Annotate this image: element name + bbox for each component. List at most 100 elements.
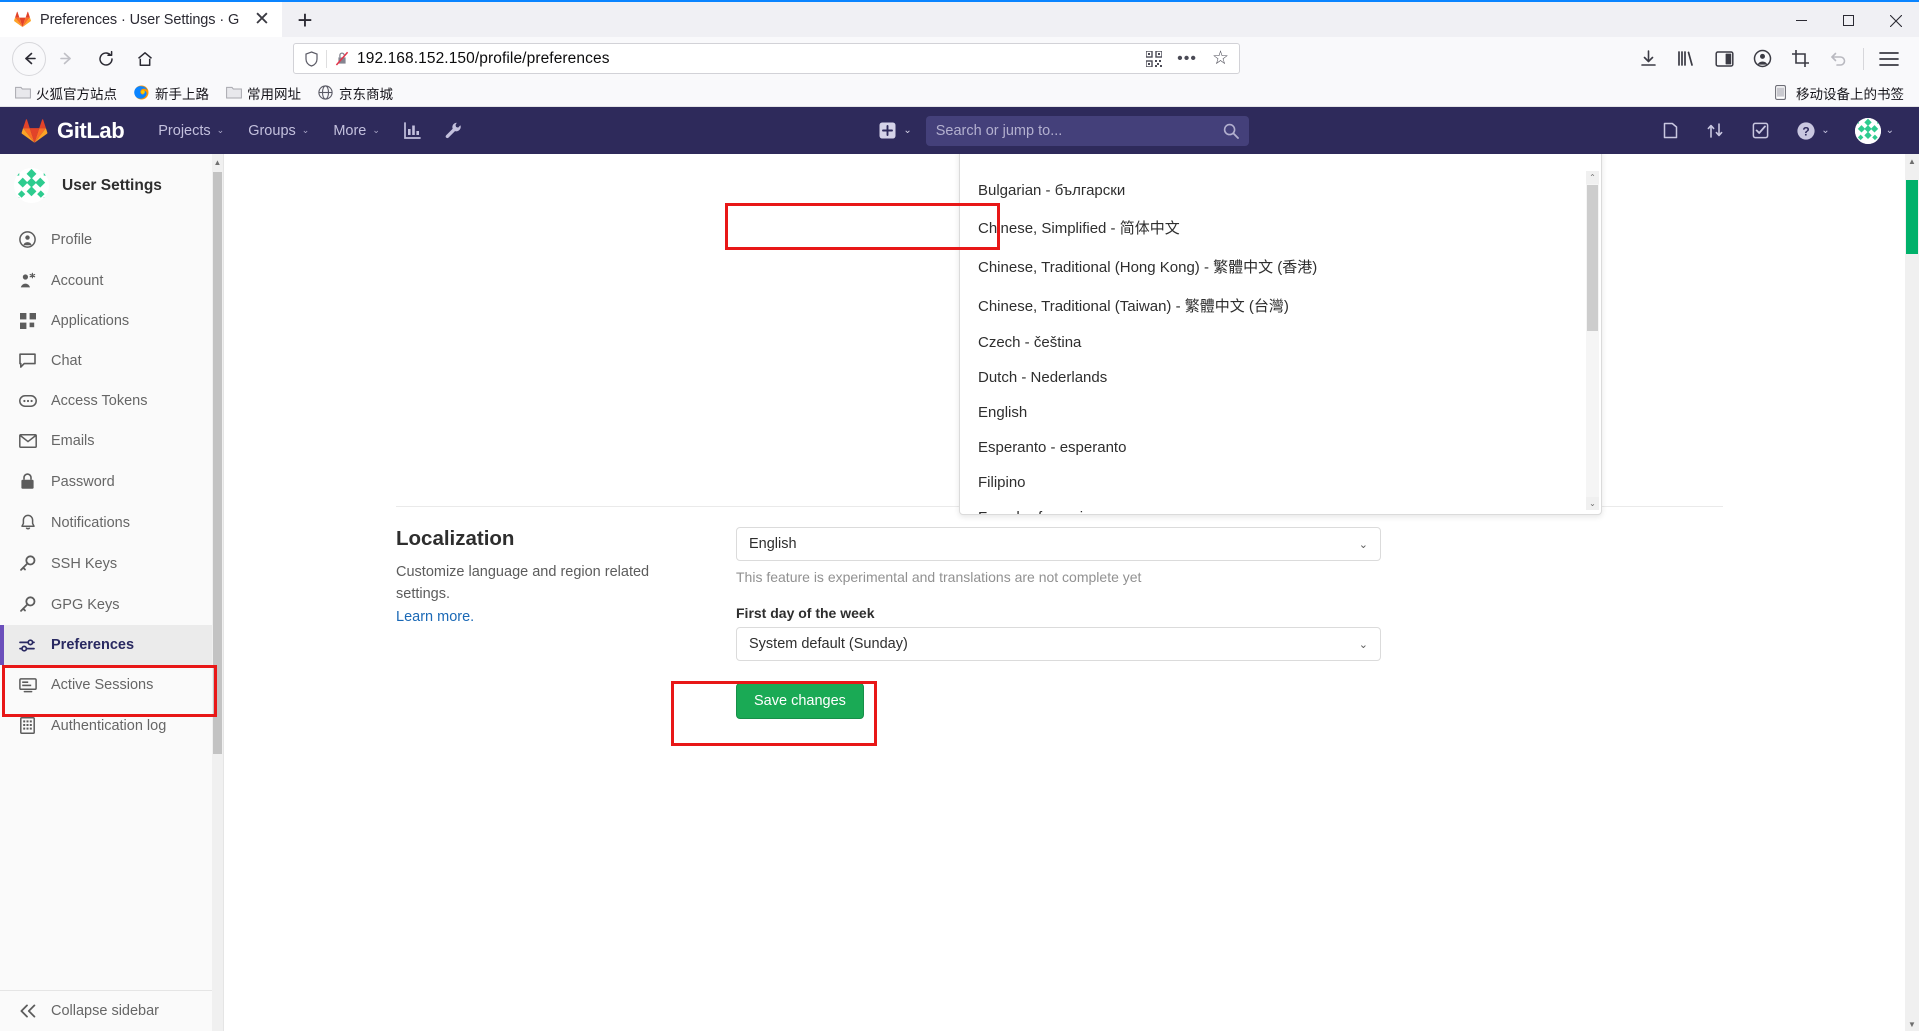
bookmark-item[interactable]: 火狐官方站点 [8, 81, 124, 105]
close-window-button[interactable] [1872, 2, 1919, 39]
dropdown-scrollbar[interactable]: ⌃ ⌄ [1586, 171, 1599, 510]
address-bar[interactable]: 192.168.152.150/profile/preferences ••• … [293, 43, 1240, 74]
window-controls [1778, 2, 1919, 39]
sidebar-scrollbar[interactable]: ▲ [212, 154, 223, 1031]
bookmark-item[interactable]: 新手上路 [127, 81, 216, 105]
sidebar-item-label: SSH Keys [51, 555, 118, 572]
reload-button[interactable] [87, 42, 124, 76]
dropdown-option[interactable]: Filipino [960, 465, 1601, 500]
dropdown-search-stub[interactable] [960, 154, 1601, 167]
browser-tab[interactable]: Preferences · User Settings · G ✕ [0, 2, 282, 37]
page-scrollbar-thumb[interactable] [1906, 180, 1918, 254]
save-changes-button[interactable]: Save changes [736, 683, 864, 719]
bookmark-star-icon[interactable]: ☆ [1208, 47, 1233, 70]
undo-icon[interactable] [1820, 42, 1856, 76]
library-icon[interactable] [1668, 42, 1704, 76]
page-scrollbar[interactable]: ▲ ▼ [1905, 154, 1919, 1031]
language-dropdown[interactable]: Bulgarian - български Chinese, Simplifie… [959, 154, 1602, 515]
wrench-icon[interactable] [433, 108, 474, 153]
bookmark-item[interactable]: 常用网址 [219, 81, 308, 105]
sidebar-scrollbar-thumb[interactable] [213, 172, 222, 754]
analytics-icon[interactable] [392, 108, 433, 153]
sidebar-item-password[interactable]: Password [0, 461, 223, 502]
sidebar-scroll-up-arrow[interactable]: ▲ [212, 154, 223, 170]
search-input[interactable]: Search or jump to... [925, 115, 1249, 146]
sidebar-item-label: GPG Keys [51, 596, 120, 613]
sidebar-item-notifications[interactable]: Notifications [0, 502, 223, 543]
dropdown-option[interactable]: English [960, 395, 1601, 430]
dropdown-option[interactable]: Chinese, Traditional (Hong Kong) - 繁體中文 … [960, 247, 1601, 286]
nav-groups[interactable]: Groups ⌄ [236, 110, 321, 152]
sidebar-item-emails[interactable]: Emails [0, 421, 223, 461]
gitlab-favicon [14, 11, 31, 28]
dropdown-scroll-up-arrow[interactable]: ⌃ [1586, 171, 1599, 184]
tab-title: Preferences · User Settings · G [40, 11, 240, 28]
dropdown-option[interactable]: Esperanto - esperanto [960, 430, 1601, 465]
issues-icon[interactable] [1648, 109, 1693, 152]
dropdown-scrollbar-thumb[interactable] [1587, 185, 1598, 331]
back-button[interactable] [12, 41, 46, 76]
gitlab-top-navbar: GitLab Projects ⌄ Groups ⌄ More ⌄ ⌄ Sear… [0, 107, 1919, 154]
sidebar-item-active-sessions[interactable]: Active Sessions [0, 665, 223, 705]
page-scroll-up-arrow[interactable]: ▲ [1905, 154, 1919, 168]
minimize-button[interactable] [1778, 2, 1825, 39]
qr-code-icon[interactable] [1142, 50, 1166, 67]
user-menu[interactable]: ⌄ [1843, 109, 1906, 153]
bookmark-label: 新手上路 [155, 87, 209, 102]
page-scroll-down-arrow[interactable]: ▼ [1905, 1017, 1919, 1031]
page-actions-icon[interactable]: ••• [1173, 50, 1201, 68]
downloads-icon[interactable] [1630, 42, 1666, 76]
bookmark-mobile-folder[interactable]: 移动设备上的书签 [1768, 81, 1911, 105]
sidebar-item-account[interactable]: Account [0, 260, 223, 301]
dropdown-option[interactable]: Bulgarian - български [960, 173, 1601, 208]
new-tab-button[interactable]: + [282, 2, 328, 37]
dropdown-option[interactable]: French - français [960, 500, 1601, 514]
sidebar-item-gpg-keys[interactable]: GPG Keys [0, 584, 223, 625]
help-menu[interactable]: ? ⌄ [1783, 109, 1842, 153]
dropdown-option[interactable]: Czech - čeština [960, 325, 1601, 360]
first-day-select[interactable]: System default (Sunday) ⌄ [736, 627, 1381, 661]
dropdown-option[interactable]: Dutch - Nederlands [960, 360, 1601, 395]
search-icon[interactable] [1223, 123, 1239, 139]
forward-button[interactable] [48, 42, 85, 76]
folder-icon [15, 85, 31, 101]
sidebar-item-applications[interactable]: Applications [0, 301, 223, 341]
language-select[interactable]: English ⌄ [736, 527, 1381, 561]
lock-broken-icon[interactable] [334, 50, 350, 67]
svg-text:?: ? [1803, 124, 1810, 138]
shield-icon[interactable] [304, 50, 319, 67]
sidebar-icon[interactable] [1706, 42, 1742, 76]
account-icon[interactable] [1744, 42, 1780, 76]
todos-icon[interactable] [1738, 109, 1783, 152]
sidebar-item-access-tokens[interactable]: Access Tokens [0, 381, 223, 421]
create-new-button[interactable]: ⌄ [873, 116, 917, 145]
dropdown-option[interactable]: Chinese, Traditional (Taiwan) - 繁體中文 (台灣… [960, 286, 1601, 325]
sidebar-item-preferences[interactable]: Preferences [0, 625, 223, 665]
sidebar-item-authentication-log[interactable]: Authentication log [0, 705, 223, 746]
toolbar-separator [1863, 47, 1864, 70]
learn-more-link[interactable]: Learn more. [396, 609, 474, 625]
language-help-text: This feature is experimental and transla… [736, 569, 1142, 585]
key-icon [18, 596, 37, 613]
bell-icon [18, 514, 37, 531]
sidebar-footer: Collapse sidebar [0, 986, 223, 1031]
collapse-sidebar-button[interactable]: Collapse sidebar [0, 991, 223, 1031]
gitlab-home-link[interactable]: GitLab [13, 118, 132, 144]
merge-requests-icon[interactable] [1693, 109, 1738, 152]
screenshot-icon[interactable] [1782, 42, 1818, 76]
applications-grid-icon [18, 313, 37, 329]
nav-projects[interactable]: Projects ⌄ [146, 110, 236, 152]
home-button[interactable] [126, 42, 163, 76]
sidebar-item-ssh-keys[interactable]: SSH Keys [0, 543, 223, 584]
nav-more[interactable]: More ⌄ [321, 110, 392, 152]
sidebar-item-profile[interactable]: Profile [0, 219, 223, 260]
sidebar-header[interactable]: User Settings [0, 154, 223, 215]
firefox-icon [134, 85, 150, 101]
hamburger-menu-icon[interactable] [1871, 42, 1907, 76]
dropdown-scroll-down-arrow[interactable]: ⌄ [1586, 497, 1599, 510]
sidebar-item-chat[interactable]: Chat [0, 341, 223, 381]
bookmark-item[interactable]: 京东商城 [311, 81, 400, 105]
close-tab-icon[interactable]: ✕ [250, 8, 274, 32]
dropdown-option-chinese-simplified[interactable]: Chinese, Simplified - 简体中文 [960, 208, 1601, 247]
maximize-button[interactable] [1825, 2, 1872, 39]
